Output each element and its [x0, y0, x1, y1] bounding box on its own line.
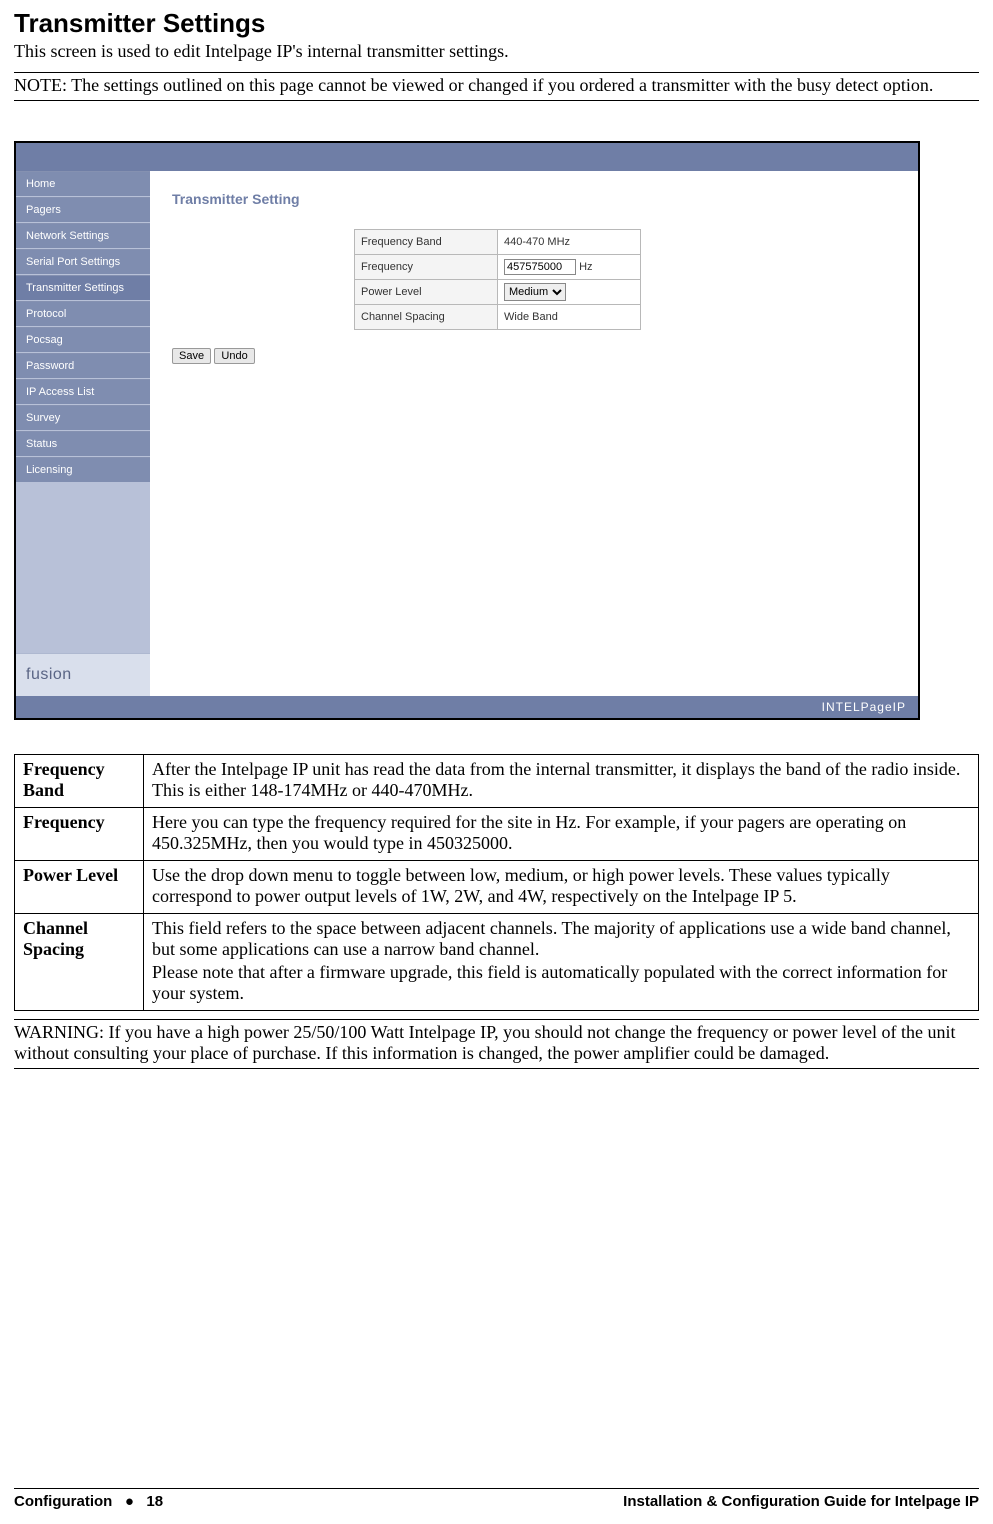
freq-band-label: Frequency Band: [355, 230, 498, 255]
warning-box: WARNING: If you have a high power 25/50/…: [14, 1019, 979, 1069]
nav-item[interactable]: Home: [16, 171, 150, 197]
definition-desc: Here you can type the frequency required…: [144, 808, 979, 861]
definition-term: Frequency Band: [15, 755, 144, 808]
nav-item[interactable]: Licensing: [16, 457, 150, 483]
undo-button[interactable]: Undo: [214, 348, 254, 364]
app-main: Transmitter Setting Frequency Band 440-4…: [150, 171, 918, 696]
nav-item[interactable]: Transmitter Settings: [16, 275, 150, 301]
channel-spacing-label: Channel Spacing: [355, 305, 498, 330]
note-box: NOTE: The settings outlined on this page…: [14, 72, 979, 101]
definition-desc: Use the drop down menu to toggle between…: [144, 861, 979, 914]
page-footer: Configuration ● 18 Installation & Config…: [14, 1488, 979, 1510]
page-title: Transmitter Settings: [14, 8, 979, 39]
definition-term: Channel Spacing: [15, 914, 144, 1011]
definition-term: Frequency: [15, 808, 144, 861]
app-screenshot: HomePagersNetwork SettingsSerial Port Se…: [14, 141, 920, 720]
nav-item[interactable]: Serial Port Settings: [16, 249, 150, 275]
freq-band-value: 440-470 MHz: [498, 230, 641, 255]
definitions-table: Frequency BandAfter the Intelpage IP uni…: [14, 754, 979, 1011]
nav-item[interactable]: Pocsag: [16, 327, 150, 353]
footer-section: Configuration: [14, 1493, 112, 1510]
power-level-label: Power Level: [355, 280, 498, 305]
panel-title: Transmitter Setting: [172, 191, 896, 207]
footer-page-number: 18: [146, 1493, 163, 1510]
nav-item[interactable]: IP Access List: [16, 379, 150, 405]
nav-item[interactable]: Survey: [16, 405, 150, 431]
save-button[interactable]: Save: [172, 348, 211, 364]
definition-desc: After the Intelpage IP unit has read the…: [144, 755, 979, 808]
nav-item[interactable]: Pagers: [16, 197, 150, 223]
nav-item[interactable]: Protocol: [16, 301, 150, 327]
frequency-input[interactable]: [504, 259, 576, 275]
brand-logo: fusion: [16, 653, 150, 696]
app-footer-brand: INTELPageIP: [16, 696, 918, 718]
nav-item[interactable]: Password: [16, 353, 150, 379]
channel-spacing-value: Wide Band: [498, 305, 641, 330]
nav-list: HomePagersNetwork SettingsSerial Port Se…: [16, 171, 150, 483]
app-topbar: [16, 143, 918, 171]
power-level-select[interactable]: Medium: [504, 283, 566, 301]
settings-table: Frequency Band 440-470 MHz Frequency Hz …: [354, 229, 641, 330]
frequency-unit: Hz: [579, 261, 592, 273]
definition-term: Power Level: [15, 861, 144, 914]
page-subtitle: This screen is used to edit Intelpage IP…: [14, 41, 979, 62]
footer-doc-title: Installation & Configuration Guide for I…: [623, 1493, 979, 1510]
nav-item[interactable]: Network Settings: [16, 223, 150, 249]
app-sidebar: HomePagersNetwork SettingsSerial Port Se…: [16, 171, 150, 696]
definition-desc: This field refers to the space between a…: [144, 914, 979, 1011]
nav-item[interactable]: Status: [16, 431, 150, 457]
frequency-label: Frequency: [355, 255, 498, 280]
footer-bullet: ●: [117, 1493, 143, 1510]
